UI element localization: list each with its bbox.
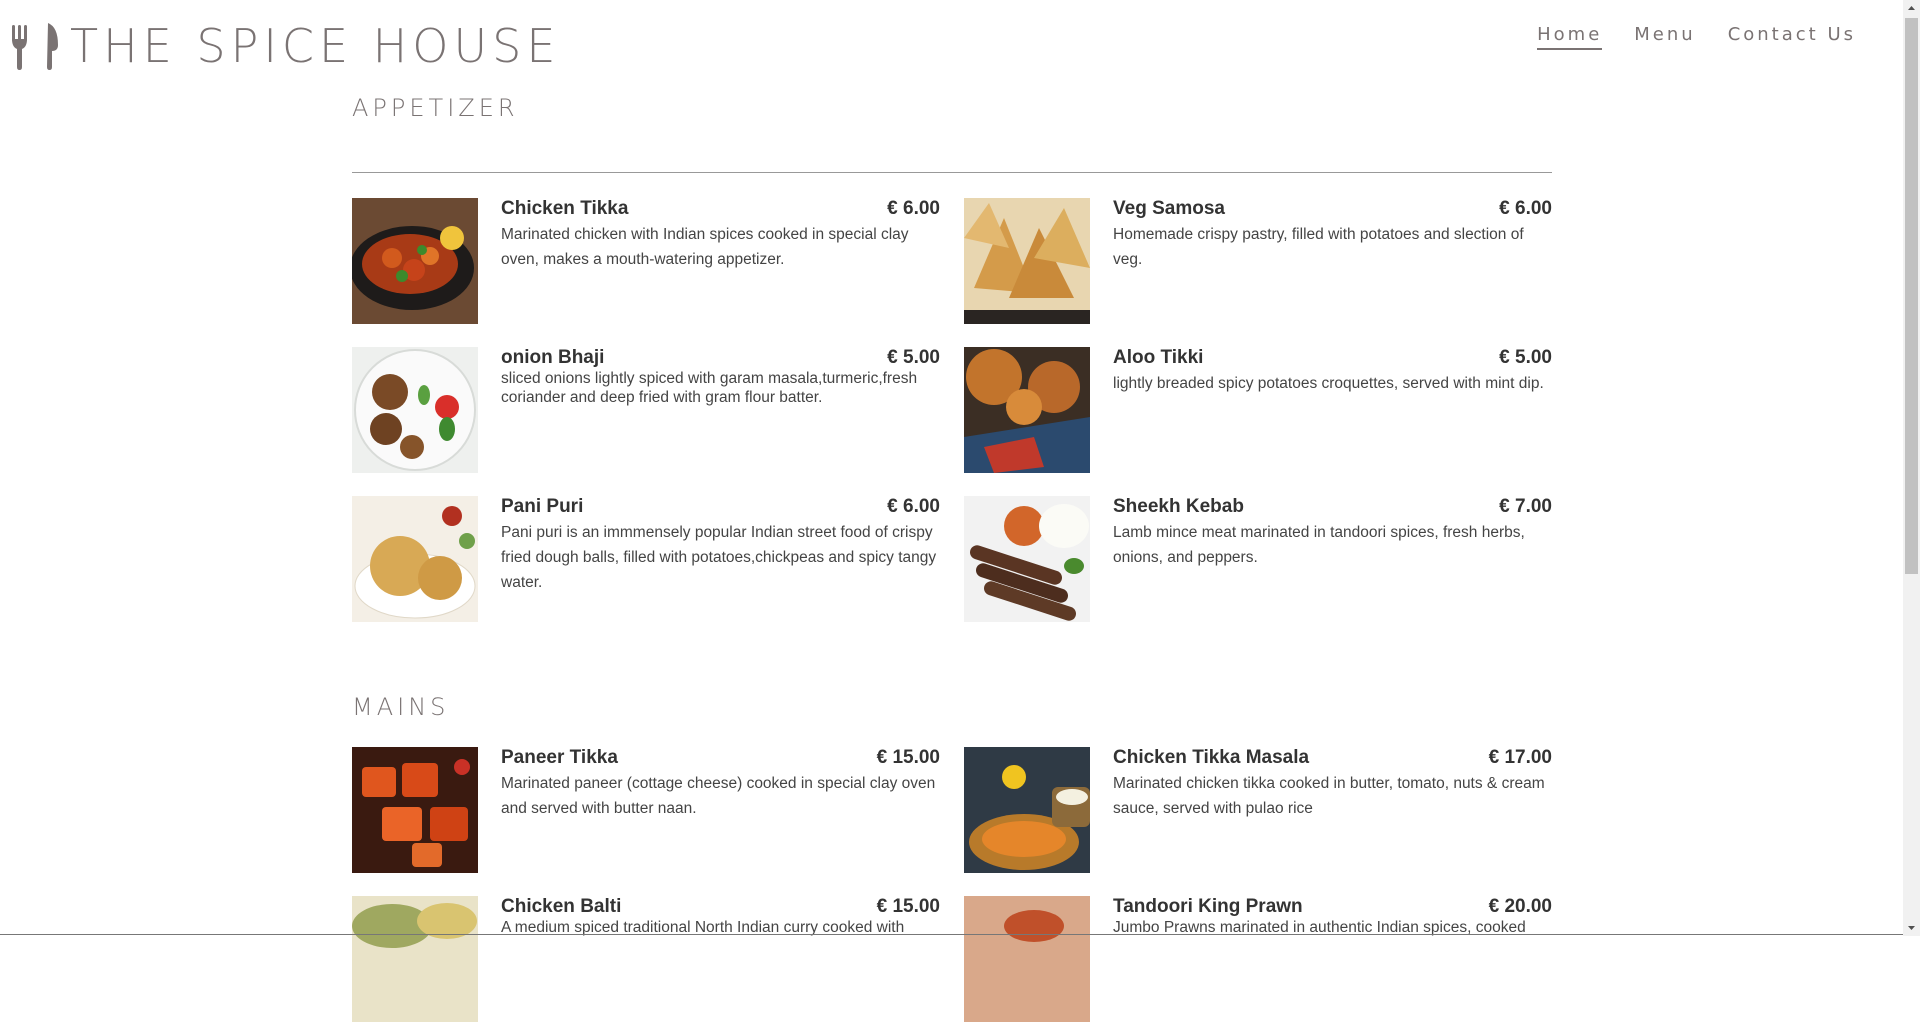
item-name: Chicken Balti: [501, 896, 622, 917]
item-description: lightly breaded spicy potatoes croquette…: [1113, 375, 1544, 392]
fork-knife-icon: [12, 23, 58, 70]
vertical-scrollbar[interactable]: [1903, 0, 1920, 936]
menu-item-sheekh-kebab: Sheekh Kebab € 7.00 Lamb mince meat mari…: [964, 496, 1552, 622]
menu-item-tandoori-king-prawn: Tandoori King Prawn € 20.00 Jumbo Prawns…: [964, 896, 1552, 1022]
dish-image: [964, 347, 1090, 473]
section-divider: [352, 172, 1552, 173]
item-price: € 6.00: [887, 198, 940, 219]
scroll-down-arrow-icon[interactable]: [1903, 919, 1920, 936]
menu-item-pani-puri: Pani Puri € 6.00 Pani puri is an immmens…: [352, 496, 940, 622]
item-price: € 20.00: [1488, 896, 1552, 917]
menu-item-chicken-balti: Chicken Balti € 15.00 A medium spiced tr…: [352, 896, 940, 1022]
item-name: Chicken Tikka Masala: [1113, 747, 1310, 768]
dish-image: [352, 198, 478, 324]
menu-item-veg-samosa: Veg Samosa € 6.00 Homemade crispy pastry…: [964, 198, 1552, 324]
item-price: € 6.00: [1499, 198, 1552, 219]
dish-image: [352, 896, 478, 1022]
section-title-appetizer: APPETIZER: [352, 94, 519, 122]
item-description: Marinated paneer (cottage cheese) cooked…: [501, 775, 936, 817]
item-price: € 17.00: [1488, 747, 1552, 768]
menu-item-chicken-tikka: Chicken Tikka € 6.00 Marinated chicken w…: [352, 198, 940, 324]
dish-image: [352, 747, 478, 873]
item-name: Pani Puri: [501, 496, 584, 517]
logo[interactable]: THE SPICE HOUSE: [8, 18, 560, 74]
nav-contact-link[interactable]: Contact Us: [1728, 24, 1856, 50]
item-description: Homemade crispy pastry, filled with pota…: [1113, 226, 1524, 268]
site-title: THE SPICE HOUSE: [70, 19, 561, 73]
item-name: Paneer Tikka: [501, 747, 618, 768]
item-description: Marinated chicken with Indian spices coo…: [501, 226, 909, 268]
item-description: sliced onions lightly spiced with garam …: [501, 370, 918, 406]
main-nav: Home Menu Contact Us: [1537, 24, 1856, 50]
menu-item-chicken-tikka-masala: Chicken Tikka Masala € 17.00 Marinated c…: [964, 747, 1552, 873]
menu-item-paneer-tikka: Paneer Tikka € 15.00 Marinated paneer (c…: [352, 747, 940, 873]
item-name: Tandoori King Prawn: [1113, 896, 1303, 917]
item-price: € 15.00: [876, 747, 940, 768]
scroll-up-arrow-icon[interactable]: [1903, 0, 1920, 17]
item-price: € 5.00: [1499, 347, 1552, 368]
scrollbar-thumb[interactable]: [1905, 18, 1918, 574]
nav-home-link[interactable]: Home: [1537, 24, 1603, 50]
viewport-edge: [0, 934, 1903, 935]
item-name: onion Bhaji: [501, 347, 605, 368]
item-price: € 6.00: [887, 496, 940, 517]
item-name: Chicken Tikka: [501, 198, 629, 219]
site-header: THE SPICE HOUSE Home Menu Contact Us: [0, 0, 1902, 90]
dish-image: [352, 496, 478, 622]
item-description: Pani puri is an immmensely popular India…: [501, 524, 937, 591]
menu-item-aloo-tikki: Aloo Tikki € 5.00 lightly breaded spicy …: [964, 347, 1552, 473]
item-name: Aloo Tikki: [1113, 347, 1204, 368]
item-name: Sheekh Kebab: [1113, 496, 1244, 517]
dish-image: [352, 347, 478, 473]
item-description: Lamb mince meat marinated in tandoori sp…: [1113, 524, 1525, 566]
nav-menu-link[interactable]: Menu: [1634, 24, 1695, 50]
item-price: € 7.00: [1499, 496, 1552, 517]
dish-image: [964, 896, 1090, 1022]
item-name: Veg Samosa: [1113, 198, 1225, 219]
item-price: € 15.00: [876, 896, 940, 917]
dish-image: [964, 198, 1090, 324]
dish-image: [964, 496, 1090, 622]
menu-item-onion-bhaji: onion Bhaji € 5.00 sliced onions lightly…: [352, 347, 940, 473]
item-description: Marinated chicken tikka cooked in butter…: [1113, 775, 1545, 817]
dish-image: [964, 747, 1090, 873]
section-title-mains: MAINS: [352, 693, 450, 721]
item-price: € 5.00: [887, 347, 940, 368]
